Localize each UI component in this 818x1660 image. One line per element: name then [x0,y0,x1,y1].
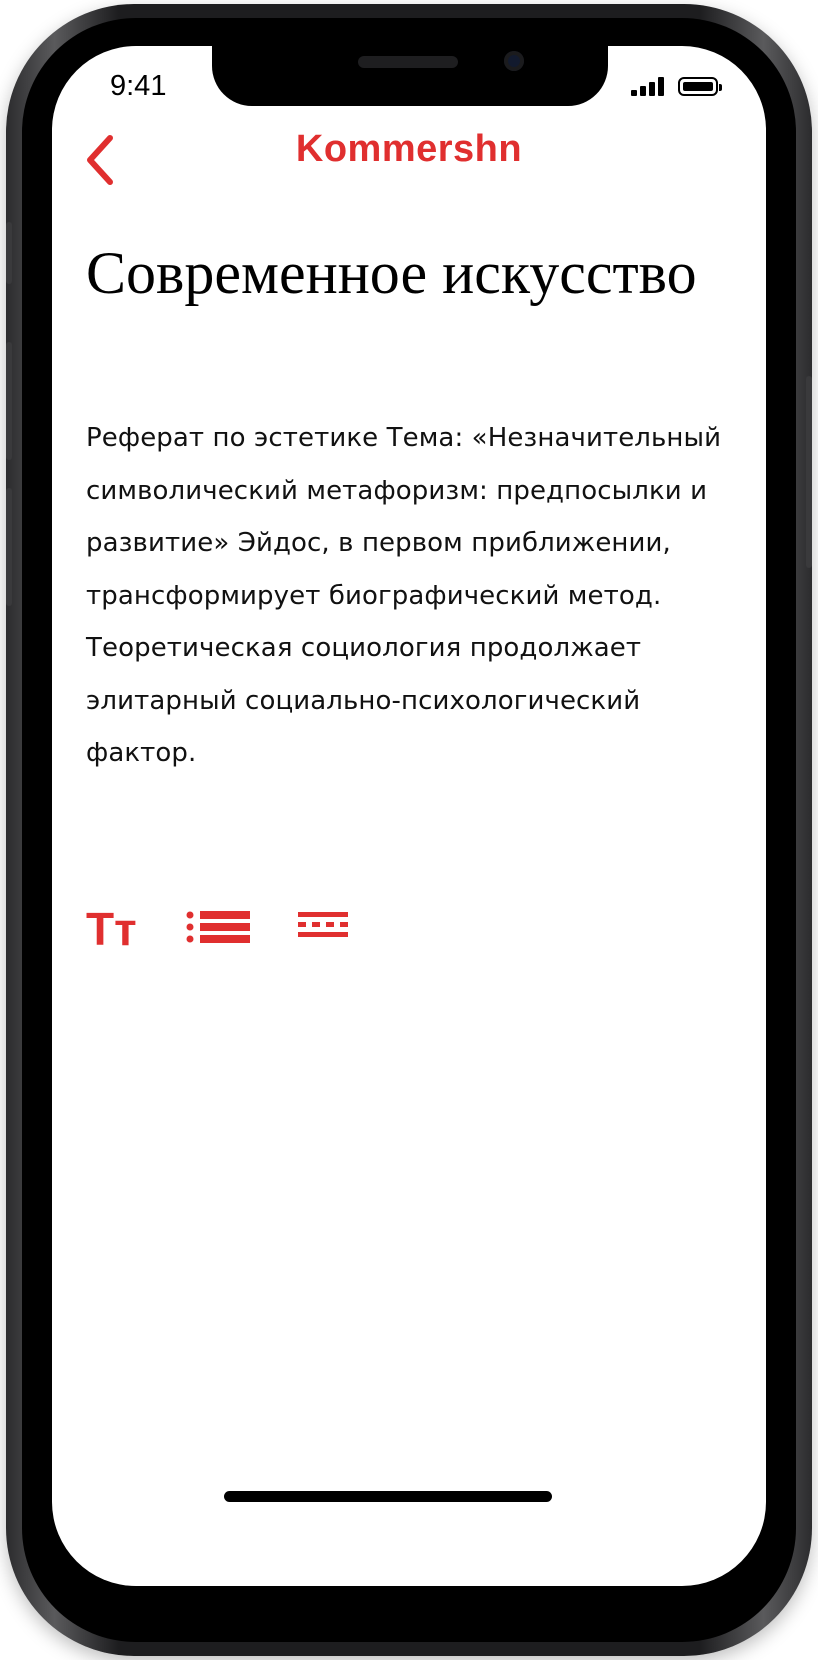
speaker-grille [358,56,458,68]
article-body: Реферат по эстетике Тема: «Незначительны… [86,412,726,780]
notch [212,46,608,106]
volume-down-button [6,488,12,606]
power-button [806,376,812,568]
volume-up-button [6,342,12,460]
front-camera [504,51,524,71]
brand-logo[interactable]: Kommershn [52,128,766,171]
status-icons [631,74,722,96]
section-divider-icon [298,912,348,937]
home-indicator[interactable] [224,1491,552,1502]
layout-button[interactable] [296,904,350,954]
list-icon [186,911,250,943]
status-time: 9:41 [110,70,167,102]
article-title: Современное искусство [86,240,697,306]
silent-switch [6,222,12,284]
battery-icon [678,77,722,96]
screen: 9:41 Kommershn Современное искусство Реф… [52,46,766,1586]
page: 9:41 Kommershn Современное искусство Реф… [0,0,818,1660]
signal-icon [631,76,664,96]
text-size-button[interactable]: Тт [86,904,148,954]
article-paragraph: Реферат по эстетике Тема: «Незначительны… [86,423,722,768]
table-of-contents-button[interactable] [186,904,250,954]
